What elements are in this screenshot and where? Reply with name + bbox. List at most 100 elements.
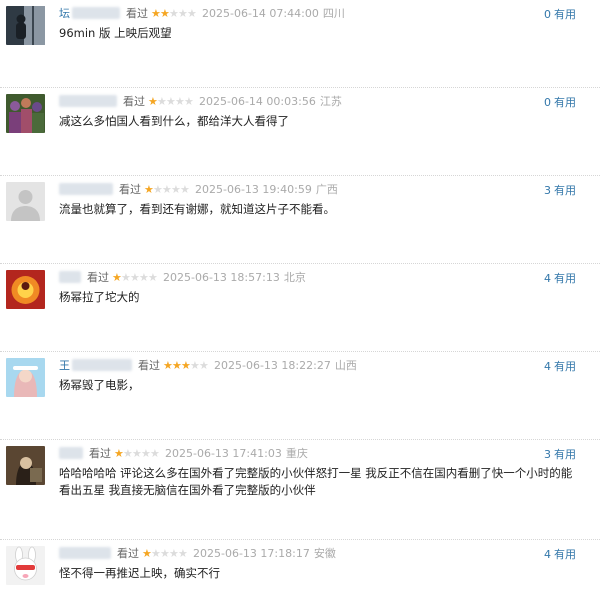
comment-time: 2025-06-13 17:41:03: [165, 446, 282, 460]
star-empty-icon: ★: [148, 270, 158, 284]
useful-button[interactable]: 有用: [554, 448, 576, 461]
woman-portrait-avatar[interactable]: [6, 446, 45, 485]
comment-text: 杨幂拉了坨大的: [59, 290, 140, 304]
star-empty-icon: ★: [180, 182, 190, 196]
star-empty-icon: ★: [190, 358, 200, 372]
star-empty-icon: ★: [169, 546, 179, 560]
comment-meta: 看过 ★ ★ ★ ★ ★ 2025-06-13 17:18:17 安徽: [59, 545, 336, 561]
comment-location: 广西: [315, 183, 338, 196]
star-filled-icon: ★: [112, 270, 122, 284]
rating-stars: ★ ★ ★ ★ ★: [144, 182, 190, 196]
comment-location: 江苏: [319, 95, 342, 108]
star-filled-icon: ★: [151, 6, 161, 20]
username-blur: [72, 359, 132, 371]
username-blur[interactable]: [59, 447, 83, 459]
comment-location: 北京: [283, 271, 306, 284]
watch-status: 看过: [138, 359, 160, 372]
rating-stars: ★ ★ ★ ★ ★: [148, 94, 194, 108]
comment-location: 山西: [334, 359, 357, 372]
star-empty-icon: ★: [178, 6, 188, 20]
useful-vote[interactable]: 0 有用: [544, 6, 576, 22]
useful-button[interactable]: 有用: [554, 272, 576, 285]
star-empty-icon: ★: [153, 182, 163, 196]
cartoon-rabbit-avatar[interactable]: [6, 546, 45, 585]
useful-vote[interactable]: 3 有用: [544, 446, 576, 462]
username[interactable]: 坛: [59, 5, 70, 21]
comment-location: 安徽: [313, 547, 336, 560]
star-filled-icon: ★: [163, 358, 173, 372]
silhouette-window-avatar[interactable]: [6, 6, 45, 45]
star-empty-icon: ★: [175, 94, 185, 108]
username-blur[interactable]: [59, 271, 81, 283]
star-empty-icon: ★: [123, 446, 133, 460]
comment-item: 看过 ★ ★ ★ ★ ★ 2025-06-13 17:18:17 安徽 4 有用 怪不得一…: [0, 540, 600, 593]
star-filled-icon: ★: [144, 182, 154, 196]
comment-item: 看过 ★ ★ ★ ★ ★ 2025-06-14 00:03:56 江苏 0 有用 减这么多…: [0, 88, 600, 176]
username-blur[interactable]: [59, 547, 111, 559]
watch-status: 看过: [123, 95, 145, 108]
watch-status: 看过: [126, 7, 148, 20]
comment-time: 2025-06-13 17:18:17: [193, 546, 310, 560]
star-empty-icon: ★: [150, 446, 160, 460]
comment-text: 流量也就算了，看到还有谢娜，就知道这片子不能看。: [59, 202, 335, 216]
comment-meta: 看过 ★ ★ ★ ★ ★ 2025-06-13 19:40:59 广西: [59, 181, 338, 197]
star-filled-icon: ★: [181, 358, 191, 372]
star-empty-icon: ★: [132, 446, 142, 460]
comment-text: 杨幂毁了电影，: [59, 378, 140, 392]
comment-meta: 看过 ★ ★ ★ ★ ★ 2025-06-14 00:03:56 江苏: [59, 93, 342, 109]
username-blur[interactable]: [59, 183, 113, 195]
useful-button[interactable]: 有用: [554, 360, 576, 373]
star-filled-icon: ★: [148, 94, 158, 108]
star-empty-icon: ★: [151, 546, 161, 560]
comment-meta: 看过 ★ ★ ★ ★ ★ 2025-06-13 17:41:03 重庆: [59, 445, 308, 461]
comment-item: 看过 ★ ★ ★ ★ ★ 2025-06-13 19:40:59 广西 3 有用 流量也就…: [0, 176, 600, 264]
group-photo-avatar[interactable]: [6, 94, 45, 133]
star-empty-icon: ★: [162, 182, 172, 196]
useful-count: 3: [544, 184, 551, 197]
star-filled-icon: ★: [142, 546, 152, 560]
watch-status: 看过: [119, 183, 141, 196]
useful-vote[interactable]: 3 有用: [544, 182, 576, 198]
useful-count: 3: [544, 448, 551, 461]
star-empty-icon: ★: [121, 270, 131, 284]
star-empty-icon: ★: [169, 6, 179, 20]
useful-button[interactable]: 有用: [554, 96, 576, 109]
star-empty-icon: ★: [199, 358, 209, 372]
useful-vote[interactable]: 0 有用: [544, 94, 576, 110]
comment-list: 坛 看过 ★ ★ ★ ★ ★ 2025-06-14 07:44:00 四川 0 有用 96…: [0, 0, 600, 593]
star-empty-icon: ★: [166, 94, 176, 108]
girl-portrait-avatar[interactable]: [6, 358, 45, 397]
useful-count: 4: [544, 272, 551, 285]
useful-vote[interactable]: 4 有用: [544, 358, 576, 374]
star-empty-icon: ★: [141, 446, 151, 460]
useful-button[interactable]: 有用: [554, 184, 576, 197]
useful-vote[interactable]: 4 有用: [544, 270, 576, 286]
watch-status: 看过: [89, 447, 111, 460]
username[interactable]: 王: [59, 357, 70, 373]
fire-portrait-avatar[interactable]: [6, 270, 45, 309]
useful-button[interactable]: 有用: [554, 548, 576, 561]
comment-text: 怪不得一再推迟上映，确实不行: [59, 566, 220, 580]
star-empty-icon: ★: [178, 546, 188, 560]
useful-vote[interactable]: 4 有用: [544, 546, 576, 562]
comment-meta: 看过 ★ ★ ★ ★ ★ 2025-06-13 18:57:13 北京: [59, 269, 306, 285]
star-filled-icon: ★: [160, 6, 170, 20]
useful-button[interactable]: 有用: [554, 8, 576, 21]
username-blur[interactable]: [59, 95, 117, 107]
rating-stars: ★ ★ ★ ★ ★: [114, 446, 160, 460]
comment-item: 王 看过 ★ ★ ★ ★ ★ 2025-06-13 18:22:27 山西 4 有用 杨幂…: [0, 352, 600, 440]
default-user-avatar[interactable]: [6, 182, 45, 221]
star-filled-icon: ★: [114, 446, 124, 460]
rating-stars: ★ ★ ★ ★ ★: [163, 358, 209, 372]
rating-stars: ★ ★ ★ ★ ★: [142, 546, 188, 560]
comment-time: 2025-06-13 18:22:27: [214, 358, 331, 372]
star-filled-icon: ★: [172, 358, 182, 372]
star-empty-icon: ★: [187, 6, 197, 20]
star-empty-icon: ★: [184, 94, 194, 108]
watch-status: 看过: [117, 547, 139, 560]
comment-location: 四川: [322, 7, 345, 20]
useful-count: 4: [544, 360, 551, 373]
comment-time: 2025-06-14 00:03:56: [199, 94, 316, 108]
comment-meta: 坛 看过 ★ ★ ★ ★ ★ 2025-06-14 07:44:00 四川: [59, 5, 345, 21]
comment-text: 减这么多怕国人看到什么，都给洋大人看得了: [59, 114, 289, 128]
